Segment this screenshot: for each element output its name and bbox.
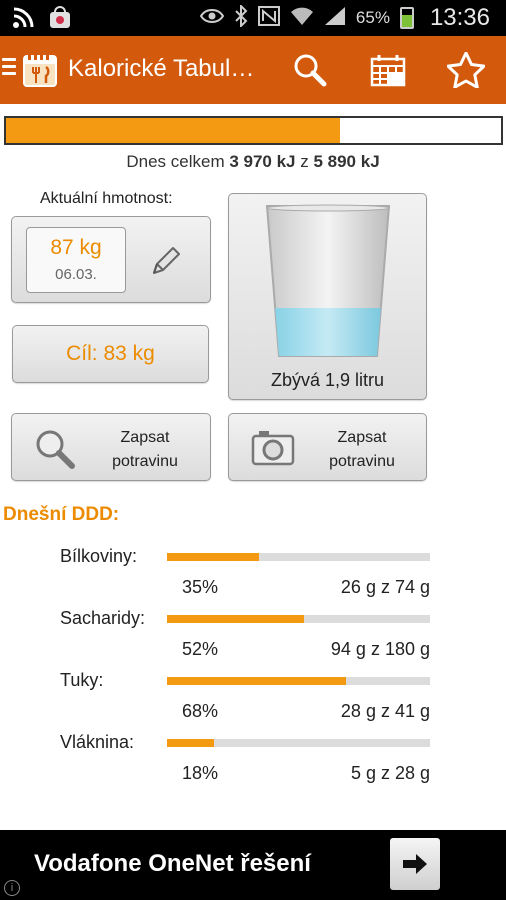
log-food-camera-label: Zapsat potravinu [329, 429, 395, 470]
current-weight-button[interactable]: 87 kg 06.03. [11, 216, 211, 303]
search-button[interactable] [290, 50, 330, 90]
menu-icon[interactable] [2, 58, 16, 79]
nutrient-name: Sacharidy: [60, 608, 146, 628]
calorie-progress-bar [4, 116, 503, 145]
goal-weight-button[interactable]: Cíl: 83 kg [12, 325, 209, 383]
log-food-search-button[interactable]: Zapsat potravinu [11, 413, 211, 481]
today-total-separator: z [295, 152, 314, 171]
nutrient-row-fiber: Vláknina: 18% 5 g z 28 g [0, 732, 506, 794]
daily-values-title: Dnešní DDD: [3, 504, 120, 525]
app-title: Kalorické Tabul… [68, 55, 255, 82]
store-bag-icon [48, 6, 72, 35]
nutrient-percent: 68% [182, 701, 219, 721]
nutrient-name: Bílkoviny: [60, 546, 138, 566]
nutrient-progress-bar [167, 615, 430, 623]
nutrient-progress-fill [167, 553, 260, 561]
favorites-button[interactable] [446, 50, 486, 90]
calorie-progress-fill [6, 118, 340, 143]
nutrient-name: Vláknina: [60, 732, 135, 752]
action-bar: Kalorické Tabul… [0, 36, 506, 104]
eye-icon [199, 8, 225, 29]
today-total-prefix: Dnes celkem [126, 152, 230, 171]
battery-icon [399, 7, 414, 29]
arrow-right-icon [403, 854, 427, 874]
nutrient-progress-fill [167, 615, 304, 623]
calendar-button[interactable] [368, 50, 408, 90]
log-food-search-label: Zapsat potravinu [112, 429, 178, 470]
nutrient-progress-bar [167, 739, 430, 747]
nutrient-progress-bar [167, 677, 430, 685]
rss-icon [12, 7, 34, 34]
bluetooth-icon [234, 3, 248, 32]
battery-percent: 65% [355, 8, 390, 27]
today-total: Dnes celkem 3 970 kJ z 5 890 kJ [0, 152, 506, 172]
nutrient-name: Tuky: [60, 670, 104, 690]
nutrient-row-carbs: Sacharidy: 52% 94 g z 180 g [0, 608, 506, 670]
water-button[interactable]: Zbývá 1,9 litru [228, 193, 427, 400]
search-icon [34, 428, 76, 475]
nutrient-amount: 5 g z 28 g [350, 763, 430, 783]
calories-target: 5 890 kJ [313, 152, 380, 171]
nutrient-amount: 28 g z 41 g [340, 701, 430, 721]
nutrient-progress-bar [167, 553, 430, 561]
camera-icon [251, 428, 295, 471]
app-logo-icon[interactable] [22, 50, 58, 88]
nutrient-progress-fill [167, 677, 346, 685]
ad-arrow-button[interactable] [390, 838, 440, 890]
clock: 13:36 [429, 4, 490, 31]
weight-date: 06.03. [55, 266, 97, 283]
star-icon [447, 52, 485, 88]
water-glass-icon [265, 204, 391, 357]
ad-banner[interactable]: Vodafone OneNet řešení i [0, 830, 506, 900]
search-icon [294, 54, 327, 87]
signal-icon [324, 6, 346, 31]
nutrient-row-fat: Tuky: 68% 28 g z 41 g [0, 670, 506, 732]
nutrient-percent: 35% [182, 577, 219, 597]
calendar-icon [370, 55, 406, 87]
nutrient-row-protein: Bílkoviny: 35% 26 g z 74 g [0, 546, 506, 608]
nfc-icon [257, 5, 280, 31]
ad-text: Vodafone OneNet řešení [34, 850, 311, 877]
status-bar: 65% 13:36 [0, 0, 506, 36]
nutrient-progress-fill [167, 739, 215, 747]
nutrient-amount: 94 g z 180 g [330, 639, 430, 659]
wifi-icon [290, 6, 314, 31]
water-remaining: Zbývá 1,9 litru [270, 370, 385, 390]
goal-weight-label: Cíl: 83 kg [66, 342, 155, 365]
pencil-icon[interactable] [148, 243, 184, 284]
ad-info-icon[interactable]: i [4, 880, 20, 896]
weight-value: 87 kg [50, 236, 102, 259]
nutrient-amount: 26 g z 74 g [340, 577, 430, 597]
nutrient-percent: 52% [182, 639, 219, 659]
nutrient-percent: 18% [182, 763, 219, 783]
current-weight-label: Aktuální hmotnost: [40, 190, 173, 207]
weight-display: 87 kg 06.03. [26, 227, 126, 293]
calories-consumed: 3 970 kJ [229, 152, 296, 171]
log-food-camera-button[interactable]: Zapsat potravinu [228, 413, 427, 481]
